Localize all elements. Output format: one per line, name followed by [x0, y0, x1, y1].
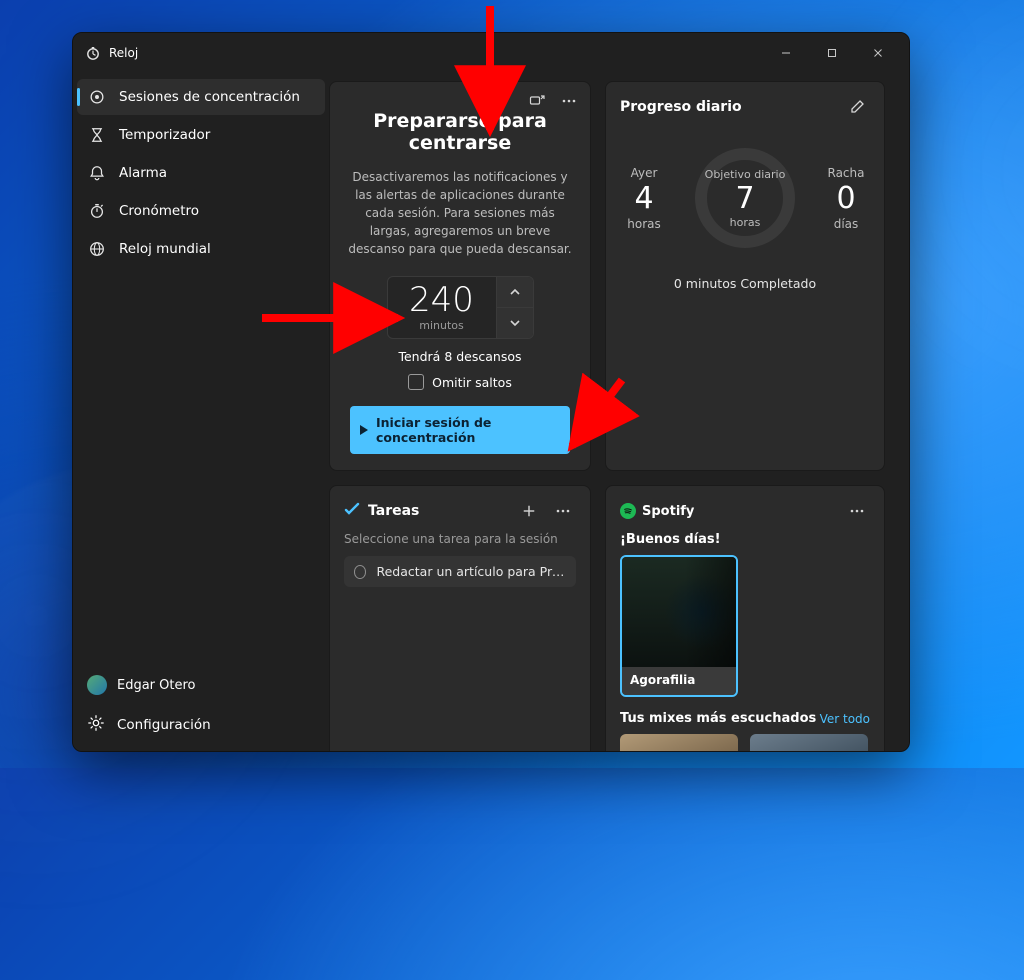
see-all-link[interactable]: Ver todo [820, 712, 870, 726]
task-radio[interactable] [354, 565, 366, 579]
tasks-title: Tareas [368, 503, 419, 519]
app-title: Reloj [109, 46, 138, 60]
sidebar-item-world[interactable]: Reloj mundial [77, 231, 325, 267]
titlebar: Reloj [73, 33, 909, 73]
stopwatch-icon [87, 201, 107, 221]
sidebar: Sesiones de concentración Temporizador A… [73, 73, 329, 751]
mixes-row [620, 734, 870, 751]
edit-goal-button[interactable] [844, 94, 870, 120]
breaks-text: Tendrá 8 descansos [398, 349, 521, 364]
skip-breaks-checkbox[interactable]: Omitir saltos [408, 374, 512, 390]
close-button[interactable] [855, 37, 901, 69]
globe-icon [87, 239, 107, 259]
duration-unit: minutos [419, 319, 464, 332]
album-art [622, 557, 736, 667]
duration-stepper: 240 minutos [387, 276, 534, 339]
mixes-title: Tus mixes más escuchados [620, 711, 816, 726]
sidebar-item-stopwatch[interactable]: Cronómetro [77, 193, 325, 229]
window-controls [763, 37, 901, 69]
focus-target-icon [87, 87, 107, 107]
sidebar-item-label: Alarma [119, 165, 167, 181]
todo-icon [344, 501, 360, 521]
metric-streak: Racha 0 días [822, 166, 870, 231]
add-task-button[interactable] [516, 498, 542, 524]
tasks-more-button[interactable] [550, 498, 576, 524]
avatar [87, 675, 107, 695]
settings-button[interactable]: Configuración [77, 707, 325, 743]
task-item[interactable]: Redactar un artículo para Profesi... [344, 556, 576, 587]
sidebar-item-label: Temporizador [119, 127, 210, 143]
app-icon [85, 45, 101, 61]
duration-value: 240 [409, 283, 474, 317]
focus-description: Desactivaremos las notificaciones y las … [346, 168, 574, 258]
hourglass-icon [87, 125, 107, 145]
duration-up-button[interactable] [497, 277, 533, 307]
spotify-more-button[interactable] [844, 498, 870, 524]
sidebar-item-timer[interactable]: Temporizador [77, 117, 325, 153]
account-name: Edgar Otero [117, 678, 196, 693]
mix-tile[interactable] [620, 734, 738, 751]
settings-label: Configuración [117, 717, 211, 733]
spotify-brand-label: Spotify [642, 504, 694, 519]
metric-yesterday: Ayer 4 horas [620, 166, 668, 231]
mix-tile[interactable] [750, 734, 868, 751]
sidebar-item-label: Cronómetro [119, 203, 199, 219]
sidebar-item-focus[interactable]: Sesiones de concentración [77, 79, 325, 115]
sidebar-item-alarm[interactable]: Alarma [77, 155, 325, 191]
sidebar-item-label: Reloj mundial [119, 241, 211, 257]
skip-breaks-label: Omitir saltos [432, 375, 512, 390]
clock-window: Reloj Sesiones de concentración Temporiz… [72, 32, 910, 752]
spotify-card: Spotify ¡Buenos días! Agorafilia Tus mix… [605, 485, 885, 751]
account-row[interactable]: Edgar Otero [77, 665, 325, 705]
minimize-button[interactable] [763, 37, 809, 69]
spotify-brand: Spotify [620, 503, 694, 519]
tasks-card: Tareas Seleccione una tarea para la sesi… [329, 485, 591, 751]
checkbox-box [408, 374, 424, 390]
gear-icon [87, 714, 105, 736]
duration-down-button[interactable] [497, 307, 533, 338]
task-text: Redactar un artículo para Profesi... [376, 564, 566, 579]
content-area: Prepararse para centrarse Desactivaremos… [329, 73, 909, 751]
daily-progress-card: Progreso diario Ayer 4 horas [605, 81, 885, 471]
sidebar-item-label: Sesiones de concentración [119, 89, 300, 105]
daily-progress-title: Progreso diario [620, 99, 742, 115]
start-focus-label: Iniciar sesión de concentración [376, 415, 560, 445]
spotify-greeting: ¡Buenos días! [620, 532, 870, 547]
spotify-logo-icon [620, 503, 636, 519]
pin-compact-button[interactable] [524, 88, 550, 114]
maximize-button[interactable] [809, 37, 855, 69]
duration-value-box[interactable]: 240 minutos [388, 277, 496, 338]
progress-footer: 0 minutos Completado [620, 276, 870, 291]
spotify-featured-tile[interactable]: Agorafilia [620, 555, 738, 697]
focus-title: Prepararse para centrarse [344, 110, 576, 154]
start-focus-button[interactable]: Iniciar sesión de concentración [350, 406, 570, 454]
spotify-featured-title: Agorafilia [622, 667, 736, 695]
goal-ring: Objetivo diario 7 horas [689, 142, 801, 254]
bell-icon [87, 163, 107, 183]
play-icon [360, 425, 368, 435]
tasks-subtitle: Seleccione una tarea para la sesión [344, 532, 576, 546]
more-button[interactable] [556, 88, 582, 114]
focus-card: Prepararse para centrarse Desactivaremos… [329, 81, 591, 471]
